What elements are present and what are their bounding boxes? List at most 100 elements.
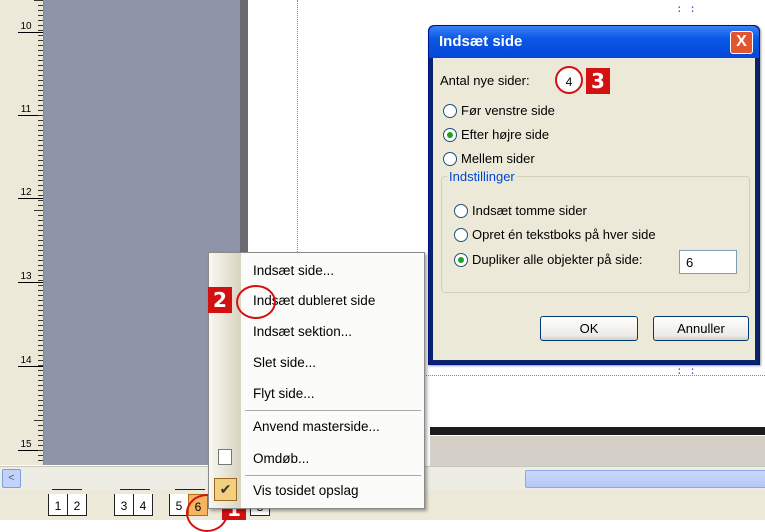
settings-group-label: Indstillinger (447, 169, 517, 184)
menu-item-two-page-spread[interactable]: Vis tosidet opslag (253, 483, 359, 498)
ruler-tick (38, 90, 43, 91)
ruler-tick (38, 170, 43, 171)
scroll-left-icon[interactable]: < (2, 469, 21, 488)
ruler-tick (38, 295, 43, 296)
checkmark-icon: ✔ (214, 478, 237, 501)
ruler-tick (38, 455, 43, 456)
ruler-tick (38, 110, 43, 111)
layout-guide-top: : : (676, 2, 696, 15)
callout-badge-3: 3 (586, 68, 610, 94)
ruler-tick (38, 255, 43, 256)
ruler-major-tick (18, 32, 43, 33)
page-footer-band (430, 436, 765, 466)
ruler-tick (38, 335, 43, 336)
ruler-tick (38, 75, 43, 76)
callout-ring-2 (236, 285, 276, 319)
ruler-major-tick (18, 366, 43, 367)
ruler-tick (38, 5, 43, 6)
ruler-major-tick (18, 198, 43, 199)
duplicate-page-input[interactable]: 6 (679, 250, 737, 274)
ruler-tick (38, 65, 43, 66)
ruler-tick (38, 350, 43, 351)
radio-label-after-right: Efter højre side (461, 127, 550, 142)
page-tab[interactable]: 1 (48, 494, 68, 516)
ruler-label: 13 (20, 271, 32, 282)
rename-icon (218, 449, 232, 465)
ruler-tick (38, 15, 43, 16)
ruler-tick (38, 45, 43, 46)
scroll-thumb[interactable] (525, 470, 765, 488)
ruler-tick (38, 385, 43, 386)
page-tab[interactable]: 3 (114, 494, 134, 516)
callout-badge-2: 2 (208, 287, 232, 313)
ruler-tick (38, 200, 43, 201)
menu-item-insert-section[interactable]: Indsæt sektion... (253, 324, 352, 339)
close-icon[interactable]: X (730, 31, 753, 54)
ruler-tick (38, 430, 43, 431)
menu-item-rename[interactable]: Omdøb... (253, 451, 309, 466)
ruler-tick (38, 235, 43, 236)
ruler-tick (38, 20, 43, 21)
menu-item-insert-page[interactable]: Indsæt side... (253, 263, 334, 278)
ruler-tick (38, 310, 43, 311)
menu-item-apply-master[interactable]: Anvend masterside... (253, 419, 380, 434)
ruler-tick (38, 460, 43, 461)
page-tab[interactable]: 4 (133, 494, 153, 516)
page-tab[interactable]: 2 (67, 494, 87, 516)
ruler-tick (38, 440, 43, 441)
ruler-tick (38, 125, 43, 126)
ruler-tick (38, 145, 43, 146)
menu-item-move-page[interactable]: Flyt side... (253, 386, 315, 401)
ruler-tick (38, 140, 43, 141)
ruler-tick (38, 355, 43, 356)
ruler-tick (38, 380, 43, 381)
ruler-tick (38, 105, 43, 106)
radio-before-left[interactable] (443, 104, 457, 118)
ruler-tick (38, 35, 43, 36)
ruler-tick (38, 340, 43, 341)
ruler-tick (38, 195, 43, 196)
ruler-tick (38, 230, 43, 231)
ruler-tick (38, 120, 43, 121)
ruler-tick (38, 215, 43, 216)
ruler-major-tick (18, 282, 43, 283)
ruler-tick (38, 40, 43, 41)
menu-item-delete-page[interactable]: Slet side... (253, 355, 316, 370)
radio-between[interactable] (443, 152, 457, 166)
ruler-tick (38, 345, 43, 346)
ruler-tick (38, 80, 43, 81)
radio-label-one-textbox: Opret én tekstboks på hver side (472, 227, 656, 242)
ruler-tick (38, 115, 43, 116)
radio-duplicate-objects[interactable] (454, 253, 468, 267)
ruler-tick (38, 240, 43, 241)
ruler-tick (34, 210, 43, 211)
ruler-tick (38, 360, 43, 361)
antal-input[interactable]: 4 (555, 66, 583, 94)
dialog-body: Antal nye sider: 4 3 Før venstre side Ef… (433, 58, 755, 360)
layout-guide-bottom: : : (676, 364, 696, 377)
ruler-tick (38, 95, 43, 96)
radio-after-right[interactable] (443, 128, 457, 142)
ruler-tick (38, 150, 43, 151)
ruler-tick (38, 375, 43, 376)
ruler-tick (38, 445, 43, 446)
ruler-tick (38, 425, 43, 426)
cancel-button[interactable]: Annuller (653, 316, 749, 341)
ruler-tick (38, 10, 43, 11)
ruler-tick (38, 290, 43, 291)
ruler-tick (38, 130, 43, 131)
radio-label-before-left: Før venstre side (461, 103, 555, 118)
antal-label: Antal nye sider: (440, 73, 530, 88)
ruler-label: 10 (20, 21, 32, 32)
ruler-tick (38, 165, 43, 166)
dialog-titlebar[interactable]: Indsæt side X (429, 26, 759, 58)
ruler-tick (38, 155, 43, 156)
ruler-tick (38, 435, 43, 436)
radio-insert-empty[interactable] (454, 204, 468, 218)
ruler-tick (38, 320, 43, 321)
radio-one-textbox[interactable] (454, 228, 468, 242)
ok-button[interactable]: OK (540, 316, 638, 341)
ruler-tick (38, 315, 43, 316)
ruler-tick (38, 365, 43, 366)
ruler-tick (38, 300, 43, 301)
